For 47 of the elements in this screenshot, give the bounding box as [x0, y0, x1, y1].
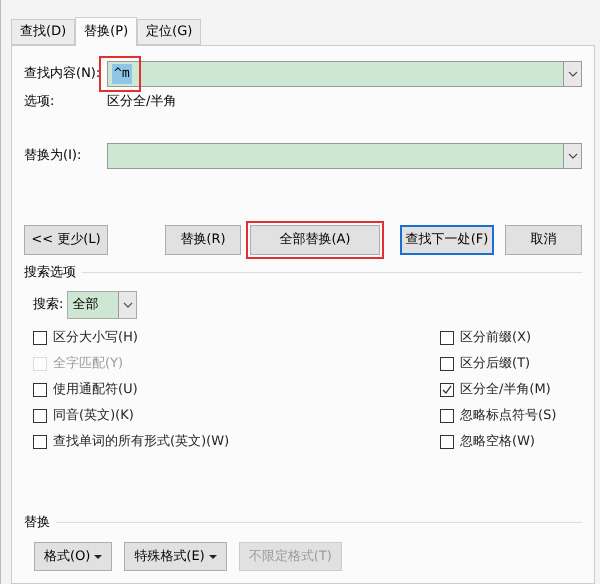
- checkbox[interactable]: [440, 434, 454, 448]
- checkbox-label: 忽略标点符号(S): [460, 406, 556, 425]
- dropdown-button[interactable]: [118, 292, 136, 318]
- checkbox-label: 同音(英文)(K): [53, 406, 134, 425]
- checkbox-label: 查找单词的所有形式(英文)(W): [53, 432, 230, 451]
- checkbox[interactable]: [440, 356, 454, 370]
- tab[interactable]: 替换(P): [75, 17, 138, 46]
- checkbox-label: 全字匹配(Y): [53, 354, 124, 373]
- checkbox-label: 区分大小写(H): [53, 328, 138, 347]
- caret-icon: [94, 554, 102, 558]
- checkbox[interactable]: [440, 382, 454, 396]
- checkbox[interactable]: [440, 408, 454, 422]
- checkbox-label: 区分全/半角(M): [460, 380, 551, 399]
- search-scope-select[interactable]: 全部: [67, 290, 138, 318]
- checkbox-label: 忽略空格(W): [460, 432, 535, 451]
- dropdown-button[interactable]: [563, 62, 581, 86]
- field-label: 搜索:: [33, 296, 64, 314]
- tab[interactable]: 定位(G): [137, 19, 202, 45]
- dialog-button[interactable]: 全部替换(A): [250, 225, 380, 255]
- checkbox-label: 使用通配符(U): [53, 380, 138, 399]
- checkbox[interactable]: [440, 330, 454, 344]
- section-title: 替换: [24, 514, 50, 532]
- dialog-button[interactable]: 替换(R): [165, 225, 241, 255]
- checkbox[interactable]: [33, 434, 47, 448]
- checkbox[interactable]: [33, 382, 47, 396]
- options-value: 区分全/半角: [107, 93, 176, 112]
- dropdown-button[interactable]: [563, 144, 581, 168]
- field-label: 查找内容(N):: [24, 65, 102, 84]
- checkbox-label: 区分后缀(T): [460, 354, 530, 373]
- format-button[interactable]: 格式(O): [34, 542, 112, 571]
- dialog-button[interactable]: << 更少(L): [24, 225, 108, 255]
- select-value: 全部: [71, 296, 100, 314]
- format-button[interactable]: 特殊格式(E): [124, 542, 227, 571]
- field-label: 选项:: [24, 93, 56, 112]
- section-title: 搜索选项: [24, 264, 76, 282]
- checkmark-icon: [442, 384, 452, 394]
- checkbox[interactable]: [33, 330, 47, 344]
- checkbox[interactable]: [33, 408, 47, 422]
- tab[interactable]: 查找(D): [11, 19, 76, 45]
- checkbox-label: 区分前缀(X): [460, 328, 532, 347]
- field-label: 替换为(I):: [24, 147, 82, 166]
- dialog-button[interactable]: 取消: [505, 225, 582, 255]
- dialog-button[interactable]: 查找下一处(F): [400, 225, 494, 255]
- replace-field[interactable]: [107, 143, 582, 169]
- find-field[interactable]: ^m: [107, 61, 582, 87]
- selected-text: ^m: [112, 64, 132, 84]
- caret-icon: [208, 554, 217, 558]
